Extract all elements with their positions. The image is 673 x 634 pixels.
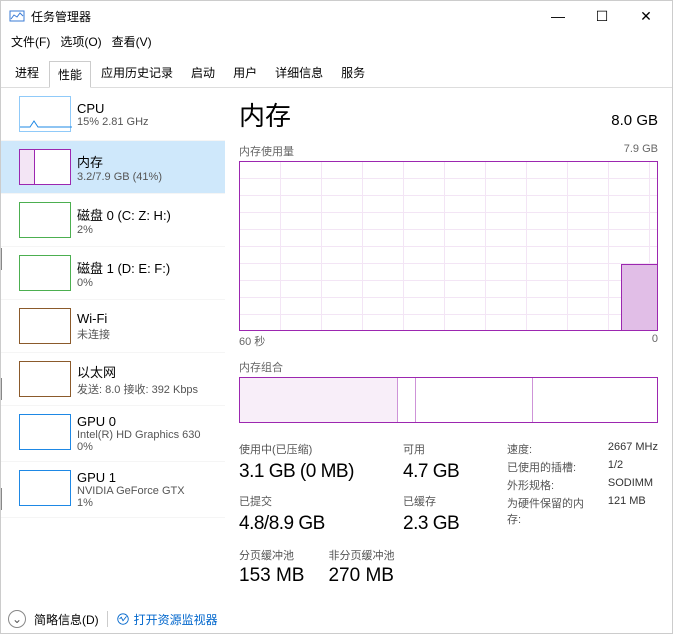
sidebar: CPU 15% 2.81 GHz 内存 3.2/7.9 GB (41%) 磁盘 … — [1, 88, 225, 618]
disk-thumb — [19, 202, 71, 238]
separator — [107, 611, 108, 627]
composition-label: 内存组合 — [239, 359, 658, 375]
chart-max: 7.9 GB — [624, 143, 658, 159]
xaxis-left: 60 秒 — [239, 333, 265, 349]
tab-app-history[interactable]: 应用历史记录 — [93, 60, 181, 87]
sidebar-item-label: 磁盘 1 (D: E: F:) — [77, 258, 170, 277]
sidebar-item-label: 以太网 — [77, 362, 198, 381]
tab-performance[interactable]: 性能 — [49, 61, 91, 88]
page-title: 内存 — [239, 96, 291, 133]
minimize-button[interactable]: — — [536, 1, 580, 31]
form-key: 外形规格: — [507, 477, 588, 493]
window-title: 任务管理器 — [31, 8, 91, 25]
maximize-button[interactable]: ☐ — [580, 1, 624, 31]
chevron-down-icon[interactable]: ⌄ — [8, 610, 26, 628]
sidebar-item-gpu0[interactable]: GPU 0 Intel(R) HD Graphics 630 0% — [1, 406, 225, 462]
menu-file[interactable]: 文件(F) — [7, 31, 54, 52]
ethernet-thumb — [19, 361, 71, 397]
gpu-thumb — [19, 470, 71, 506]
sidebar-item-sub: 15% 2.81 GHz — [77, 116, 149, 128]
sidebar-item-sub: 3.2/7.9 GB (41%) — [77, 171, 162, 183]
cpu-thumb — [19, 96, 71, 132]
tab-bar: 进程 性能 应用历史记录 启动 用户 详细信息 服务 — [1, 60, 672, 88]
close-button[interactable]: ✕ — [624, 1, 668, 31]
sidebar-item-disk0[interactable]: 磁盘 0 (C: Z: H:) 2% — [1, 194, 225, 247]
main-area: CPU 15% 2.81 GHz 内存 3.2/7.9 GB (41%) 磁盘 … — [1, 88, 672, 618]
pool-stats: 分页缓冲池 153 MB 非分页缓冲池 270 MB — [239, 547, 658, 587]
nonpaged-label: 非分页缓冲池 — [328, 547, 394, 563]
avail-value: 4.7 GB — [403, 461, 483, 483]
memory-usage-chart[interactable] — [239, 161, 658, 331]
memory-thumb — [19, 149, 71, 185]
sidebar-item-disk1[interactable]: 磁盘 1 (D: E: F:) 0% — [1, 247, 225, 300]
menu-bar: 文件(F) 选项(O) 查看(V) — [1, 31, 672, 56]
tab-processes[interactable]: 进程 — [7, 60, 47, 87]
gpu-thumb — [19, 414, 71, 450]
memory-stats: 使用中(已压缩) 3.1 GB (0 MB) 已提交 4.8/8.9 GB 可用… — [239, 441, 658, 535]
app-icon — [9, 8, 25, 24]
sidebar-item-label: 内存 — [77, 152, 162, 171]
menu-view[interactable]: 查看(V) — [108, 31, 156, 52]
footer: ⌄ 简略信息(D) 打开资源监视器 — [8, 610, 218, 628]
used-label: 使用中(已压缩) — [239, 441, 379, 457]
speed-value: 2667 MHz — [608, 441, 658, 457]
brief-info-link[interactable]: 简略信息(D) — [34, 611, 99, 628]
sidebar-item-sub2: 1% — [77, 497, 185, 509]
nonpaged-value: 270 MB — [328, 565, 394, 587]
used-value: 3.1 GB (0 MB) — [239, 461, 379, 483]
window-controls: — ☐ ✕ — [536, 1, 668, 31]
chart-label: 内存使用量 — [239, 143, 294, 159]
avail-label: 可用 — [403, 441, 483, 457]
wifi-thumb — [19, 308, 71, 344]
tab-startup[interactable]: 启动 — [183, 60, 223, 87]
sidebar-item-label: CPU — [77, 101, 149, 116]
sidebar-item-ethernet[interactable]: 以太网 发送: 8.0 接收: 392 Kbps — [1, 353, 225, 406]
sidebar-item-memory[interactable]: 内存 3.2/7.9 GB (41%) — [1, 141, 225, 194]
hwreserved-value: 121 MB — [608, 495, 658, 527]
memory-info: 速度: 2667 MHz 已使用的插槽: 1/2 外形规格: SODIMM 为硬… — [507, 441, 658, 527]
sidebar-item-sub: 2% — [77, 224, 171, 236]
hwreserved-key: 为硬件保留的内存: — [507, 495, 588, 527]
disk-thumb — [19, 255, 71, 291]
menu-options[interactable]: 选项(O) — [56, 31, 105, 52]
sidebar-item-wifi[interactable]: Wi-Fi 未连接 — [1, 300, 225, 353]
speed-key: 速度: — [507, 441, 588, 457]
sidebar-item-cpu[interactable]: CPU 15% 2.81 GHz — [1, 88, 225, 141]
sidebar-item-label: GPU 0 — [77, 414, 201, 429]
title-bar: 任务管理器 — ☐ ✕ — [1, 1, 672, 31]
tab-details[interactable]: 详细信息 — [267, 60, 331, 87]
sidebar-item-sub: 发送: 8.0 接收: 392 Kbps — [77, 381, 198, 397]
sidebar-item-label: Wi-Fi — [77, 311, 110, 326]
cached-label: 已缓存 — [403, 493, 483, 509]
tab-users[interactable]: 用户 — [225, 60, 265, 87]
sidebar-item-sub: 未连接 — [77, 326, 110, 342]
tab-services[interactable]: 服务 — [333, 60, 373, 87]
commit-value: 4.8/8.9 GB — [239, 513, 379, 535]
monitor-icon — [116, 612, 130, 626]
sidebar-item-sub: 0% — [77, 277, 170, 289]
open-resource-monitor-link[interactable]: 打开资源监视器 — [116, 611, 218, 628]
sidebar-item-gpu1[interactable]: GPU 1 NVIDIA GeForce GTX 1% — [1, 462, 225, 518]
form-value: SODIMM — [608, 477, 658, 493]
sidebar-item-label: 磁盘 0 (C: Z: H:) — [77, 205, 171, 224]
paged-label: 分页缓冲池 — [239, 547, 304, 563]
slots-value: 1/2 — [608, 459, 658, 475]
slots-key: 已使用的插槽: — [507, 459, 588, 475]
sidebar-scroll[interactable] — [1, 88, 7, 618]
commit-label: 已提交 — [239, 493, 379, 509]
sidebar-item-sub2: 0% — [77, 441, 201, 453]
paged-value: 153 MB — [239, 565, 304, 587]
xaxis-right: 0 — [652, 333, 658, 349]
memory-composition-chart[interactable] — [239, 377, 658, 423]
cached-value: 2.3 GB — [403, 513, 483, 535]
detail-panel: 内存 8.0 GB 内存使用量 7.9 GB 60 秒 0 内存组合 使用中(已… — [225, 88, 672, 618]
memory-capacity: 8.0 GB — [611, 112, 658, 129]
sidebar-item-sub: NVIDIA GeForce GTX — [77, 485, 185, 497]
sidebar-item-sub: Intel(R) HD Graphics 630 — [77, 429, 201, 441]
sidebar-item-label: GPU 1 — [77, 470, 185, 485]
